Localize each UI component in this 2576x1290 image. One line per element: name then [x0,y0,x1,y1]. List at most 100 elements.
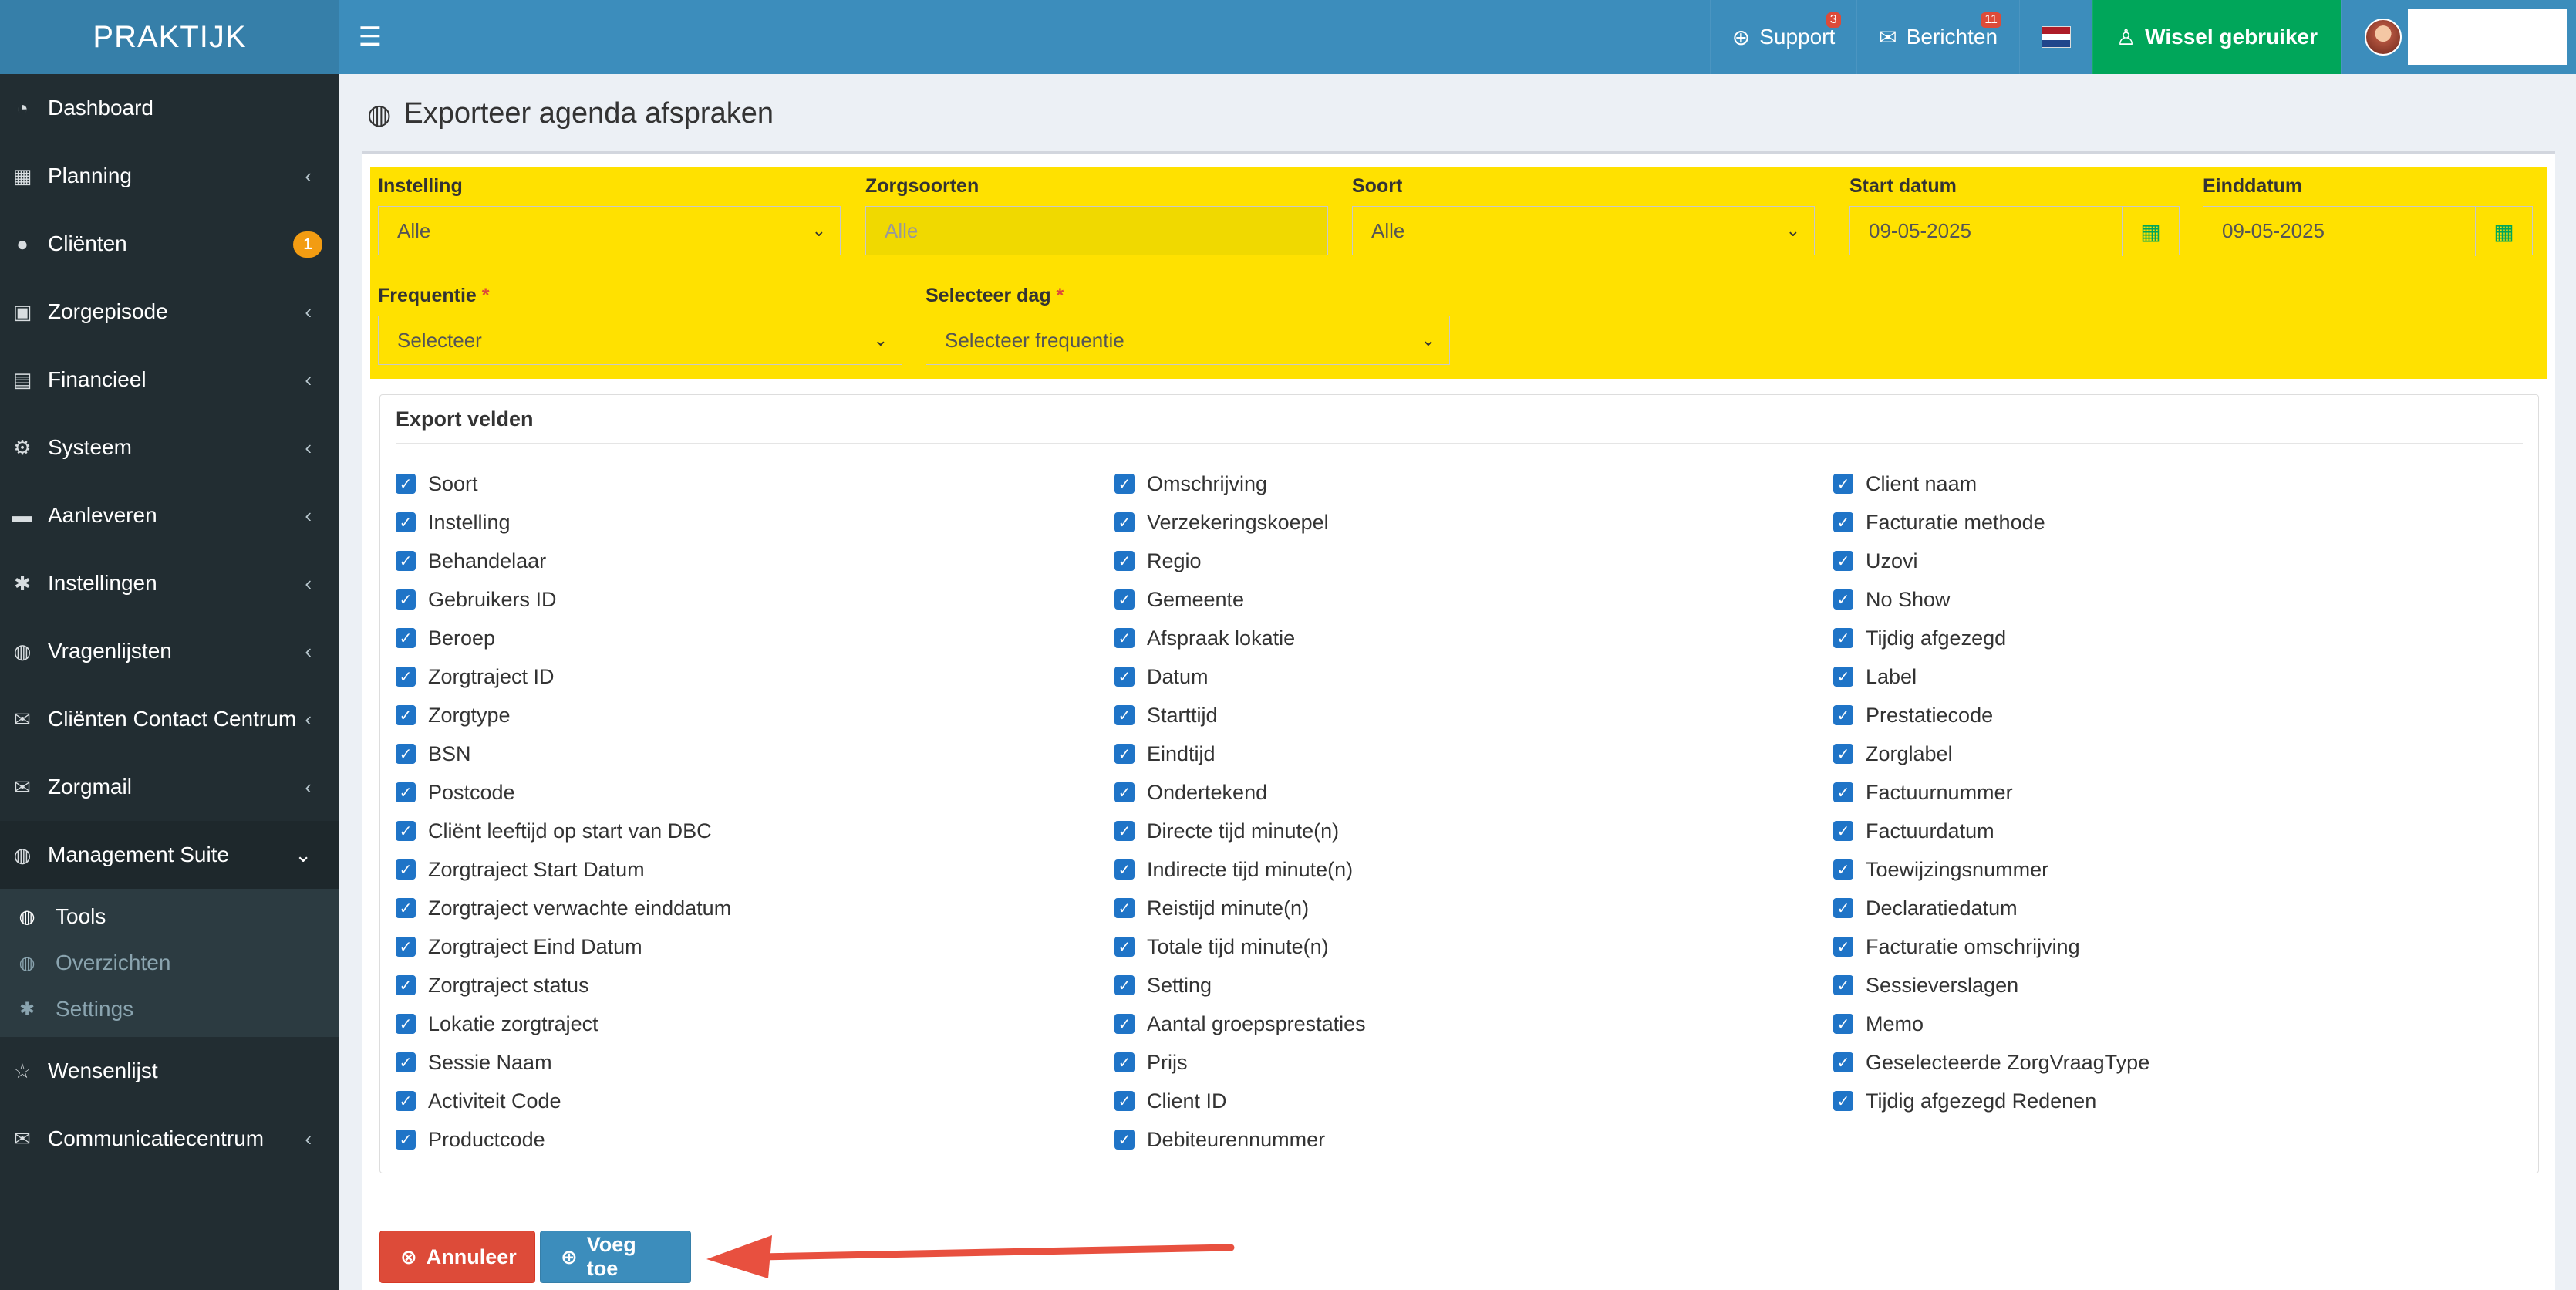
export-field-checkbox[interactable]: ✓ Instelling [396,503,731,542]
export-field-checkbox[interactable]: ✓ Omschrijving [1114,464,1366,503]
checkbox-checked-icon[interactable]: ✓ [396,975,416,995]
export-field-checkbox[interactable]: ✓ Ondertekend [1114,773,1366,812]
export-field-checkbox[interactable]: ✓ Soort [396,464,731,503]
sidebar-item-aanleveren[interactable]: ▬ Aanleveren ‹ [0,481,339,549]
checkbox-checked-icon[interactable]: ✓ [1833,589,1853,610]
checkbox-checked-icon[interactable]: ✓ [1114,898,1135,918]
frequentie-select[interactable]: Selecteer ⌄ [378,316,902,365]
export-field-checkbox[interactable]: ✓ Geselecteerde ZorgVraagType [1833,1043,2149,1082]
checkbox-checked-icon[interactable]: ✓ [396,1052,416,1072]
messages-link[interactable]: ✉ Berichten 11 [1856,0,2019,74]
checkbox-checked-icon[interactable]: ✓ [1114,1130,1135,1150]
export-field-checkbox[interactable]: ✓ Declaratiedatum [1833,889,2149,927]
export-field-checkbox[interactable]: ✓ Directe tijd minute(n) [1114,812,1366,850]
checkbox-checked-icon[interactable]: ✓ [1114,821,1135,841]
export-field-checkbox[interactable]: ✓ Zorgtraject Start Datum [396,850,731,889]
export-field-checkbox[interactable]: ✓ Gebruikers ID [396,580,731,619]
export-field-checkbox[interactable]: ✓ Datum [1114,657,1366,696]
export-field-checkbox[interactable]: ✓ Memo [1833,1005,2149,1043]
checkbox-checked-icon[interactable]: ✓ [396,821,416,841]
export-field-checkbox[interactable]: ✓ Postcode [396,773,731,812]
add-button[interactable]: ⊕ Voeg toe [540,1231,691,1283]
checkbox-checked-icon[interactable]: ✓ [1833,667,1853,687]
einddatum-input[interactable]: 09-05-2025 ▦ [2203,206,2533,256]
checkbox-checked-icon[interactable]: ✓ [1833,975,1853,995]
sidebar-item-wensenlijst[interactable]: ☆ Wensenlijst [0,1037,339,1105]
checkbox-checked-icon[interactable]: ✓ [396,859,416,880]
checkbox-checked-icon[interactable]: ✓ [1833,821,1853,841]
checkbox-checked-icon[interactable]: ✓ [1833,898,1853,918]
export-field-checkbox[interactable]: ✓ Indirecte tijd minute(n) [1114,850,1366,889]
checkbox-checked-icon[interactable]: ✓ [1114,512,1135,532]
sidebar-item-zorgmail[interactable]: ✉ Zorgmail ‹ [0,753,339,821]
sidebar-item-dashboard[interactable]: ◔ Dashboard [0,74,339,142]
checkbox-checked-icon[interactable]: ✓ [1833,705,1853,725]
export-field-checkbox[interactable]: ✓ Factuurnummer [1833,773,2149,812]
export-field-checkbox[interactable]: ✓ Facturatie methode [1833,503,2149,542]
sidebar-item-communicatiecentrum[interactable]: ✉ Communicatiecentrum ‹ [0,1105,339,1173]
checkbox-checked-icon[interactable]: ✓ [1833,1052,1853,1072]
checkbox-checked-icon[interactable]: ✓ [396,705,416,725]
sidebar-item-vragenlijsten[interactable]: ◍ Vragenlijsten ‹ [0,617,339,685]
checkbox-checked-icon[interactable]: ✓ [396,512,416,532]
checkbox-checked-icon[interactable]: ✓ [1114,667,1135,687]
checkbox-checked-icon[interactable]: ✓ [1114,1052,1135,1072]
export-field-checkbox[interactable]: ✓ Client naam [1833,464,2149,503]
checkbox-checked-icon[interactable]: ✓ [396,1014,416,1034]
sidebar-item-financieel[interactable]: ▤ Financieel ‹ [0,346,339,414]
export-field-checkbox[interactable]: ✓ Tijdig afgezegd Redenen [1833,1082,2149,1120]
checkbox-checked-icon[interactable]: ✓ [396,1091,416,1111]
checkbox-checked-icon[interactable]: ✓ [1833,744,1853,764]
export-field-checkbox[interactable]: ✓ Productcode [396,1120,731,1159]
instelling-select[interactable]: Alle ⌄ [378,206,841,255]
sidebar-item-management-suite[interactable]: ◍ Management Suite ⌄ [0,821,339,889]
checkbox-checked-icon[interactable]: ✓ [396,628,416,648]
sidebar-item-clienten[interactable]: ● Cliënten 1 [0,210,339,278]
checkbox-checked-icon[interactable]: ✓ [396,782,416,802]
export-field-checkbox[interactable]: ✓ Zorgtype [396,696,731,734]
export-field-checkbox[interactable]: ✓ Tijdig afgezegd [1833,619,2149,657]
export-field-checkbox[interactable]: ✓ Activiteit Code [396,1082,731,1120]
checkbox-checked-icon[interactable]: ✓ [1114,782,1135,802]
calendar-icon[interactable]: ▦ [2475,207,2532,256]
checkbox-checked-icon[interactable]: ✓ [1114,975,1135,995]
app-logo[interactable]: PRAKTIJK [0,0,339,74]
export-field-checkbox[interactable]: ✓ Behandelaar [396,542,731,580]
checkbox-checked-icon[interactable]: ✓ [1833,512,1853,532]
export-field-checkbox[interactable]: ✓ Verzekeringskoepel [1114,503,1366,542]
export-field-checkbox[interactable]: ✓ Gemeente [1114,580,1366,619]
checkbox-checked-icon[interactable]: ✓ [1114,551,1135,571]
checkbox-checked-icon[interactable]: ✓ [396,1130,416,1150]
calendar-icon[interactable]: ▦ [2122,207,2179,256]
checkbox-checked-icon[interactable]: ✓ [396,744,416,764]
checkbox-checked-icon[interactable]: ✓ [396,898,416,918]
language-flag[interactable] [2019,0,2092,74]
export-field-checkbox[interactable]: ✓ Client ID [1114,1082,1366,1120]
checkbox-checked-icon[interactable]: ✓ [1833,937,1853,957]
export-field-checkbox[interactable]: ✓ Starttijd [1114,696,1366,734]
checkbox-checked-icon[interactable]: ✓ [1114,705,1135,725]
checkbox-checked-icon[interactable]: ✓ [1114,474,1135,494]
export-field-checkbox[interactable]: ✓ Beroep [396,619,731,657]
export-field-checkbox[interactable]: ✓ Zorgtraject status [396,966,731,1005]
export-field-checkbox[interactable]: ✓ Prestatiecode [1833,696,2149,734]
sidebar-item-systeem[interactable]: ⚙ Systeem ‹ [0,414,339,481]
checkbox-checked-icon[interactable]: ✓ [1833,1091,1853,1111]
checkbox-checked-icon[interactable]: ✓ [396,551,416,571]
sidebar-subitem-overzichten[interactable]: ◍ Overzichten [0,940,339,986]
start-datum-input[interactable]: 09-05-2025 ▦ [1849,206,2180,256]
checkbox-checked-icon[interactable]: ✓ [396,474,416,494]
sidebar-item-instellingen[interactable]: ✱ Instellingen ‹ [0,549,339,617]
export-field-checkbox[interactable]: ✓ Lokatie zorgtraject [396,1005,731,1043]
export-field-checkbox[interactable]: ✓ Sessieverslagen [1833,966,2149,1005]
cancel-button[interactable]: ⊗ Annuleer [379,1231,535,1283]
export-field-checkbox[interactable]: ✓ Zorgtraject Eind Datum [396,927,731,966]
export-field-checkbox[interactable]: ✓ Facturatie omschrijving [1833,927,2149,966]
export-field-checkbox[interactable]: ✓ No Show [1833,580,2149,619]
checkbox-checked-icon[interactable]: ✓ [1833,782,1853,802]
checkbox-checked-icon[interactable]: ✓ [1833,1014,1853,1034]
support-link[interactable]: ⊕ Support 3 [1709,0,1857,74]
export-field-checkbox[interactable]: ✓ Zorgtraject verwachte einddatum [396,889,731,927]
export-field-checkbox[interactable]: ✓ Factuurdatum [1833,812,2149,850]
checkbox-checked-icon[interactable]: ✓ [1833,628,1853,648]
